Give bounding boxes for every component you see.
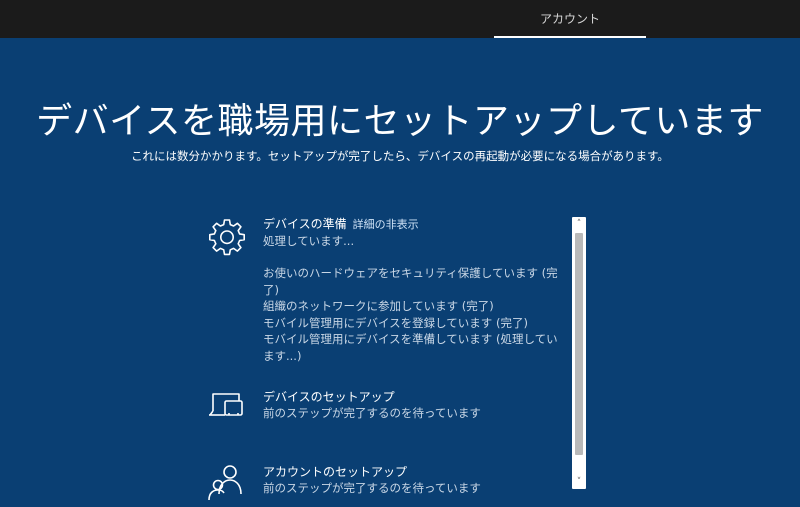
tab-account[interactable]: アカウント bbox=[494, 0, 646, 38]
list-item: お使いのハードウェアをセキュリティ保護しています (完 bbox=[263, 266, 558, 280]
hide-details-link[interactable]: 詳細の非表示 bbox=[353, 218, 419, 231]
list-item: 組織のネットワークに参加しています (完了) bbox=[263, 299, 494, 313]
gear-icon bbox=[207, 216, 251, 260]
setup-steps-panel[interactable]: デバイスの準備 詳細の非表示 処理しています... お使いのハードウェアをセキュリ… bbox=[205, 214, 587, 507]
step-account-setup-body: アカウントのセットアップ 前のステップが完了するのを待っています bbox=[263, 464, 575, 496]
step-status: 処理しています... bbox=[263, 234, 355, 248]
list-item: ます...) bbox=[263, 348, 302, 363]
scroll-up-arrow[interactable]: ˄ bbox=[572, 217, 586, 231]
top-bar: アカウント bbox=[0, 0, 800, 38]
scroll-thumb[interactable] bbox=[575, 233, 583, 455]
list-item: 了) bbox=[263, 282, 279, 297]
page-title: デバイスを職場用にセットアップしています bbox=[36, 101, 764, 142]
step-device-setup-body: デバイスのセットアップ 前のステップが完了するのを待っています bbox=[263, 389, 575, 421]
step-substatus-list: お使いのハードウェアをセキュリティ保護しています (完 了) 組織のネットワーク… bbox=[263, 265, 575, 364]
list-item: モバイル管理用にデバイスを準備しています (処理してい bbox=[263, 332, 558, 346]
step-device-preparation-body: デバイスの準備 詳細の非表示 処理しています... お使いのハードウェアをセキュリ… bbox=[263, 216, 575, 364]
page-subtitle: これには数分かかります。セットアップが完了したら、デバイスの再起動が必要になる場… bbox=[131, 149, 669, 163]
step-title: デバイスの準備 bbox=[263, 217, 347, 231]
list-item: モバイル管理用にデバイスを登録しています (完了) bbox=[263, 315, 528, 330]
account-icon bbox=[207, 464, 251, 507]
device-setup-icon bbox=[207, 389, 251, 433]
step-status: 前のステップが完了するのを待っています bbox=[263, 406, 481, 420]
step-title: アカウントのセットアップ bbox=[263, 465, 408, 479]
step-status: 前のステップが完了するのを待っています bbox=[263, 481, 481, 495]
vertical-scrollbar[interactable]: ˄ ˅ bbox=[572, 217, 586, 489]
step-title: デバイスのセットアップ bbox=[263, 390, 395, 404]
scroll-down-arrow[interactable]: ˅ bbox=[572, 475, 586, 489]
